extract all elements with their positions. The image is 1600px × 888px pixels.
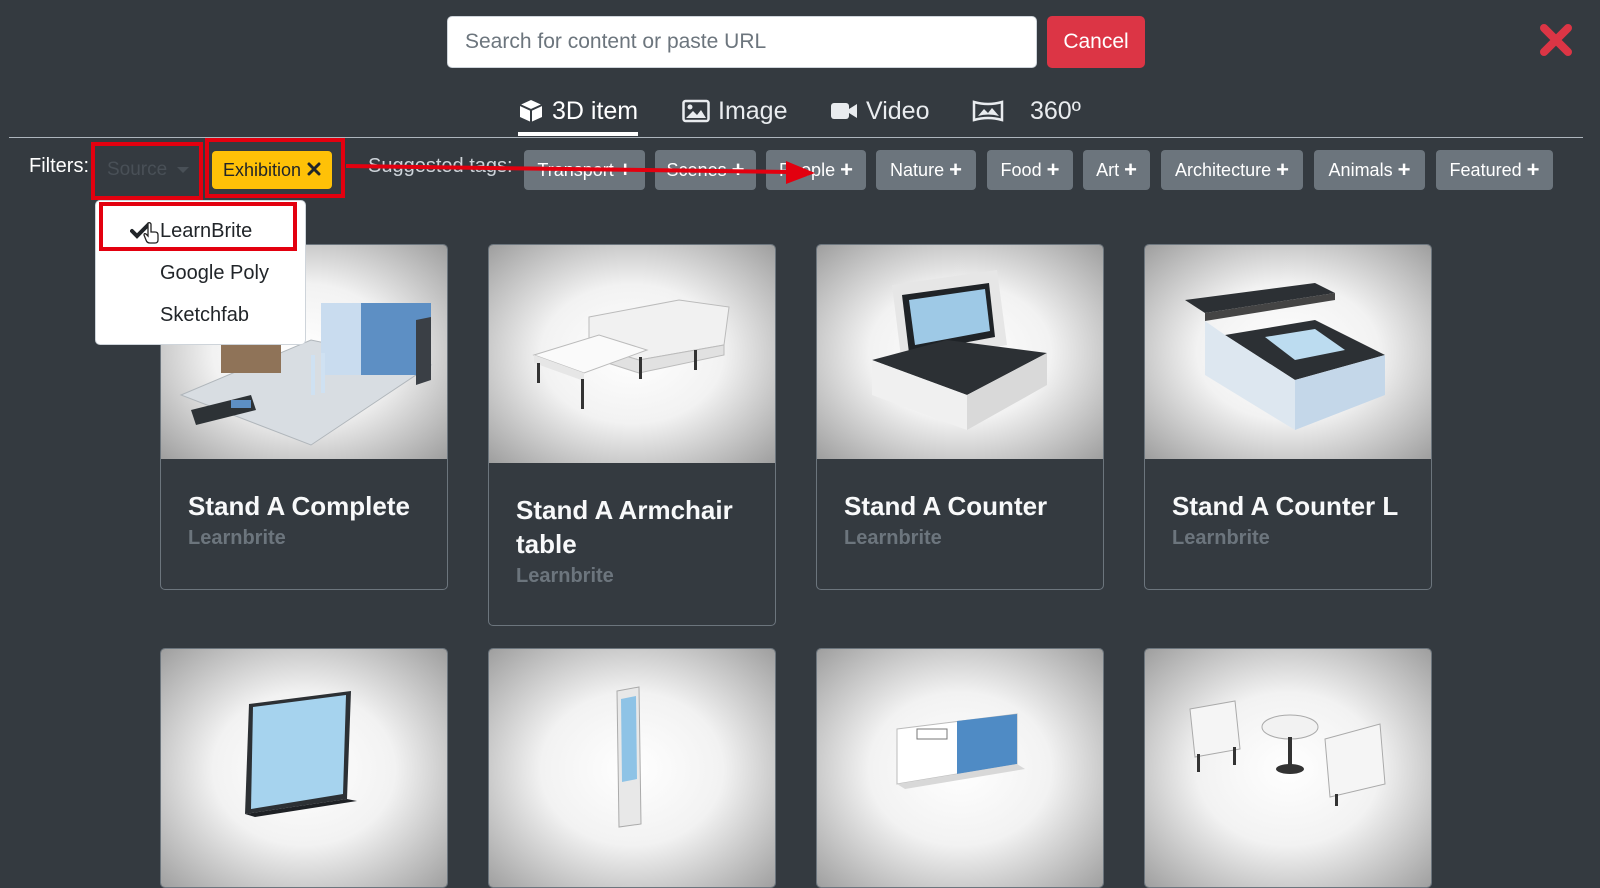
card-author: Learnbrite — [516, 565, 614, 587]
tag-label: Nature — [890, 159, 945, 180]
card-thumbnail — [489, 245, 775, 463]
card-title: Stand A Counter L — [1172, 491, 1399, 521]
content-card[interactable]: Stand A Armchair table Learnbrite — [488, 244, 776, 626]
plus-icon: + — [1397, 157, 1411, 182]
card-thumbnail — [1145, 649, 1431, 887]
plus-icon: + — [1124, 157, 1137, 182]
tag-label: Animals — [1328, 159, 1393, 180]
tab-image[interactable]: Image — [682, 88, 787, 134]
card-thumbnail — [161, 649, 447, 887]
card-thumbnail — [1145, 245, 1431, 459]
source-option-learnbrite[interactable]: LearnBrite — [96, 211, 305, 251]
tab-label: Image — [718, 96, 788, 125]
active-tag-label: Exhibition — [222, 159, 302, 180]
suggested-tag-art[interactable]: Art + — [1083, 150, 1150, 190]
source-dropdown-menu: LearnBrite Google Poly Sketchfab — [95, 200, 306, 345]
source-dropdown-button[interactable]: Source — [99, 152, 194, 188]
suggested-tag-scenes[interactable]: Scenes + — [655, 150, 756, 190]
card-thumbnail — [817, 245, 1103, 459]
content-card[interactable] — [488, 648, 776, 888]
suggested-tag-nature[interactable]: Nature + — [876, 150, 976, 190]
suggested-tag-people[interactable]: People + — [766, 150, 866, 190]
card-title: Stand A Counter — [844, 491, 1048, 521]
plus-icon: + — [1046, 157, 1060, 182]
tab-360[interactable]: 360º — [972, 88, 1081, 134]
card-title: Stand A Complete — [188, 491, 410, 521]
source-label: Source — [107, 159, 168, 180]
option-label: Sketchfab — [160, 303, 249, 326]
card-author: Learnbrite — [844, 527, 942, 549]
suggested-tag-food[interactable]: Food + — [987, 150, 1073, 190]
tab-label: Video — [866, 96, 930, 125]
content-card[interactable] — [1144, 648, 1432, 888]
source-option-google-poly[interactable]: Google Poly — [96, 253, 305, 293]
content-card[interactable]: Stand A Counter L Learnbrite — [1144, 244, 1432, 590]
plus-icon: + — [731, 157, 745, 182]
search-input[interactable] — [447, 16, 1037, 68]
content-card[interactable]: Stand A Counter Learnbrite — [816, 244, 1104, 590]
suggested-tag-architecture[interactable]: Architecture + — [1161, 150, 1303, 190]
content-card[interactable] — [160, 648, 448, 888]
tabs-divider — [9, 137, 1583, 138]
caret-down-icon — [177, 167, 190, 173]
plus-icon: + — [1276, 157, 1289, 182]
tab-video[interactable]: Video — [830, 88, 930, 134]
tab-3d-item[interactable]: 3D item — [518, 88, 639, 136]
option-label: Google Poly — [160, 261, 269, 284]
tag-label: Architecture — [1175, 159, 1272, 180]
source-option-sketchfab[interactable]: Sketchfab — [96, 295, 305, 335]
card-author: Learnbrite — [188, 527, 286, 549]
media-type-tabs: 3D item Image Video 360º — [0, 88, 1600, 138]
cube-icon — [518, 98, 544, 124]
tab-label: 360º — [1030, 96, 1081, 125]
video-camera-icon — [830, 100, 858, 122]
card-thumbnail — [489, 649, 775, 887]
card-author: Learnbrite — [1172, 527, 1270, 549]
close-icon[interactable] — [1538, 22, 1574, 58]
card-title: Stand A Armchair table — [516, 495, 733, 559]
cancel-button[interactable]: Cancel — [1047, 16, 1145, 68]
tag-label: Art — [1096, 159, 1120, 180]
tab-label: 3D item — [552, 96, 639, 125]
filters-label: Filters: — [29, 155, 89, 177]
plus-icon: + — [840, 157, 853, 182]
tag-label: People — [779, 159, 836, 180]
suggested-tag-featured[interactable]: Featured + — [1436, 150, 1553, 190]
hand-pointer-icon — [143, 222, 159, 244]
suggested-tag-transport[interactable]: Transport + — [524, 150, 645, 190]
suggested-tag-animals[interactable]: Animals + — [1314, 150, 1425, 190]
content-card[interactable] — [816, 648, 1104, 888]
image-icon — [682, 99, 710, 123]
tag-label: Featured — [1449, 159, 1522, 180]
plus-icon: + — [1526, 157, 1540, 182]
tag-label: Transport — [537, 159, 614, 180]
panorama-icon — [972, 99, 1004, 123]
tag-label: Scenes — [666, 159, 727, 180]
plus-icon: + — [618, 157, 632, 182]
option-label: LearnBrite — [160, 219, 253, 242]
suggested-tags-label: Suggested tags: — [368, 155, 513, 177]
card-thumbnail — [817, 649, 1103, 887]
tag-label: Food — [1000, 159, 1042, 180]
plus-icon: + — [949, 157, 962, 182]
remove-tag-icon[interactable] — [307, 160, 321, 181]
active-filter-tag[interactable]: Exhibition — [212, 151, 332, 189]
